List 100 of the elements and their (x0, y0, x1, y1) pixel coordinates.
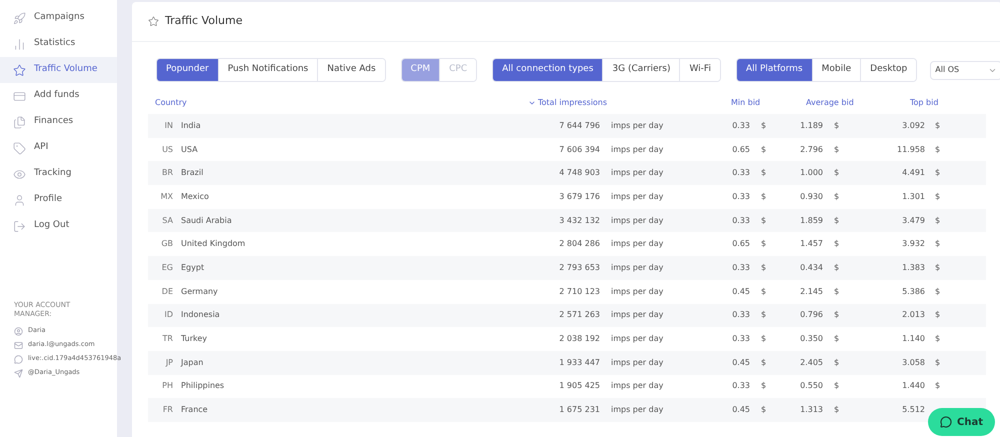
column-header[interactable]: Top bid (910, 97, 970, 109)
impressions-cell-text: 7 606 394 (558, 144, 600, 156)
currency-cell-text: $ (760, 333, 768, 346)
impressions-cell-text: 2 793 653 (558, 262, 600, 274)
country-code: ID (163, 309, 173, 322)
filter-tab[interactable]: Desktop (860, 59, 916, 81)
impressions-cell-text: 1 933 447 (558, 356, 600, 369)
impressions-cell-text: 3 432 132 (558, 214, 600, 227)
currency-cell-text: $ (760, 214, 768, 227)
unit-cell-text: imps per day (610, 167, 664, 180)
impressions-cell-text: 2 804 286 (558, 238, 600, 250)
sidebar-item[interactable]: Campaigns (0, 5, 117, 31)
star-icon (148, 16, 159, 27)
average-bid-cell-text: 1.189 (799, 120, 823, 132)
top-bid-cell-text: 3.058 (901, 356, 925, 369)
currency-cell-text: $ (760, 380, 768, 392)
min-bid-cell-text: 0.45 (731, 404, 750, 416)
average-bid-cell-text: 0.796 (799, 309, 823, 322)
page-title: Traffic Volume (165, 13, 242, 30)
currency-cell-text: $ (760, 404, 768, 416)
filter-tab[interactable]: Wi-Fi (679, 59, 720, 81)
country-code: IN (164, 120, 173, 132)
country-name: France (180, 404, 209, 416)
impressions-cell-text: 2 710 123 (558, 286, 600, 298)
country-name: Japan (180, 356, 204, 369)
filter-tab[interactable]: Native Ads (317, 59, 385, 81)
currency-cell-text: $ (934, 262, 942, 274)
currency-cell-text: $ (833, 356, 840, 369)
unit-cell-text: imps per day (610, 120, 664, 132)
unit-cell-text: imps per day (610, 404, 664, 416)
currency-cell-text: $ (833, 404, 840, 416)
sidebar-item[interactable]: Statistics (0, 31, 117, 57)
min-bid-cell-text: 0.33 (731, 120, 750, 132)
filter-tab[interactable]: All connection types (493, 59, 602, 81)
currency-cell-text: $ (934, 167, 942, 180)
column-header[interactable]: Min bid (731, 97, 768, 109)
bar-chart-icon (13, 38, 26, 50)
column-header[interactable]: Country (155, 97, 528, 109)
min-bid-cell-text: 0.65 (731, 238, 750, 250)
sidebar-item[interactable]: API (0, 135, 117, 161)
sidebar-item[interactable]: Profile (0, 187, 117, 213)
country-name: Germany (180, 286, 219, 298)
column-header[interactable]: Average bid (806, 97, 860, 109)
min-bid-cell-text: 0.33 (731, 190, 750, 203)
currency-cell-text: $ (760, 167, 768, 180)
sidebar-item[interactable]: Finances (0, 109, 117, 135)
currency-cell-text: $ (833, 214, 840, 227)
user-icon (13, 194, 26, 206)
currency-cell-text: $ (934, 144, 942, 156)
send-icon (14, 368, 23, 378)
country-code: JP (164, 356, 173, 369)
currency-cell-text: $ (934, 309, 942, 322)
os-select[interactable]: All OS (930, 60, 1000, 80)
currency-cell-text: $ (833, 262, 840, 274)
top-bid-cell-text: 1.301 (901, 190, 925, 203)
currency-cell-text: $ (833, 120, 840, 132)
country-name: Egypt (180, 262, 206, 274)
sidebar-item[interactable]: Tracking (0, 161, 117, 187)
unit-cell-text: imps per day (610, 262, 664, 274)
average-bid-cell-text: 2.796 (799, 144, 823, 156)
country-name: Philippines (180, 380, 226, 392)
unit-cell-text: imps per day (610, 190, 664, 203)
country-name: Brazil (180, 167, 204, 180)
country-code: EG (160, 262, 173, 274)
currency-cell-text: $ (760, 262, 768, 274)
filter-tab[interactable]: Popunder (157, 59, 218, 81)
top-bid-cell-text: 3.092 (901, 120, 925, 132)
sidebar-item[interactable]: Log Out (0, 213, 117, 239)
tag-icon (13, 142, 26, 154)
top-bid-cell-text: 3.932 (901, 238, 925, 250)
average-bid-cell-text: 1.859 (799, 214, 823, 227)
currency-cell-text: $ (760, 144, 768, 156)
min-bid-cell-text: 0.33 (731, 262, 750, 274)
rocket-icon (13, 12, 26, 24)
eye-icon (13, 168, 26, 180)
top-bid-cell-text: 2.013 (901, 309, 925, 322)
min-bid-cell-text: 0.33 (731, 167, 750, 180)
logout-icon (13, 220, 26, 232)
top-bid-cell-text: 1.440 (901, 380, 925, 392)
currency-cell-text: $ (833, 167, 840, 180)
impressions-cell-text: 4 748 903 (558, 167, 600, 180)
sidebar-item[interactable]: Add funds (0, 83, 117, 109)
column-header[interactable]: Total impressions (528, 97, 608, 109)
top-bid-cell-text: 5.512 (901, 404, 925, 416)
average-bid-cell-text: 1.313 (799, 404, 823, 416)
country-code: US (161, 144, 173, 156)
currency-cell-text: $ (934, 214, 942, 227)
country-name: Turkey (180, 333, 208, 346)
currency-cell-text: $ (833, 333, 840, 346)
unit-cell-text: imps per day (610, 309, 664, 322)
country-code: DE (160, 286, 173, 298)
currency-cell-text: $ (934, 120, 942, 132)
min-bid-cell-text: 0.33 (731, 380, 750, 392)
chat-button[interactable]: Chat (928, 408, 995, 436)
filter-tab[interactable]: All Platforms (736, 59, 812, 81)
country-name: United Kingdom (180, 238, 246, 250)
average-bid-cell-text: 0.434 (799, 262, 823, 274)
impressions-cell-text: 2 038 192 (558, 333, 600, 346)
unit-cell-text: imps per day (610, 214, 664, 227)
sidebar-item[interactable]: Traffic Volume (0, 57, 117, 83)
